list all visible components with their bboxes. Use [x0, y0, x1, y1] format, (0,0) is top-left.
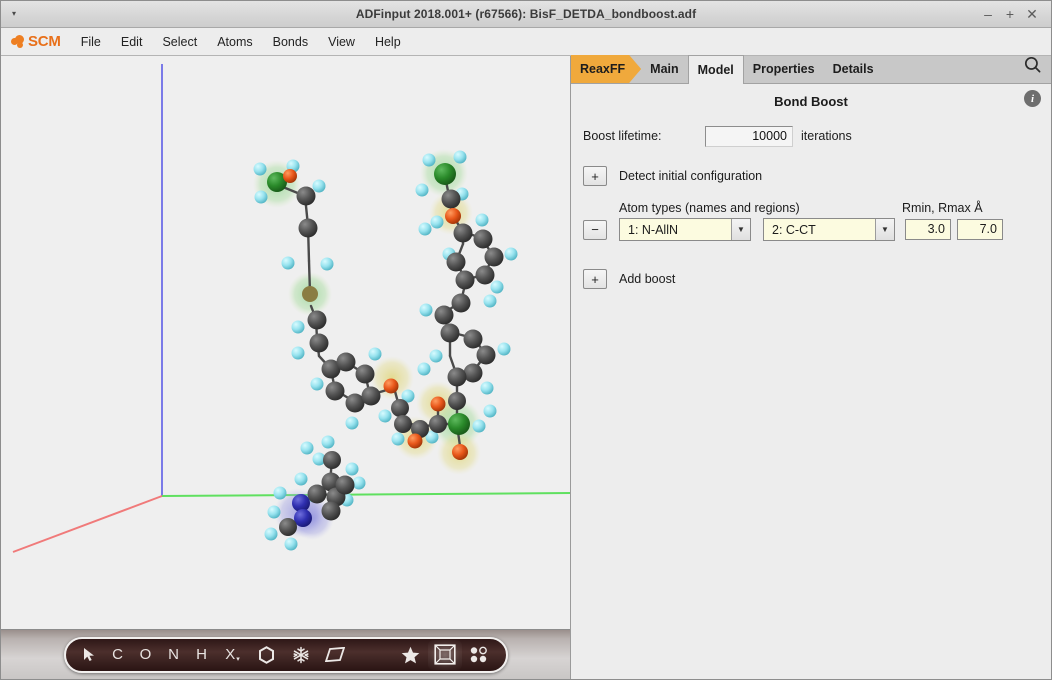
x-axis — [12, 495, 163, 553]
nitrogen-tool[interactable]: N — [160, 640, 188, 670]
other-element-label: X — [225, 646, 236, 663]
menu-file[interactable]: File — [72, 31, 110, 53]
menu-atoms[interactable]: Atoms — [208, 31, 261, 53]
detect-initial-configuration-row: + Detect initial configuration — [571, 166, 1051, 186]
toolbar-pill: C O N H X ▾ — [63, 636, 508, 673]
benzene-ring-icon[interactable] — [250, 640, 284, 670]
window-menu-arrow-glyph: ▾ — [11, 9, 16, 18]
fragment-snowflake-icon[interactable] — [284, 640, 318, 670]
remove-boost-button[interactable]: − — [583, 219, 607, 240]
scm-logo: SCM — [7, 28, 71, 55]
tab-model[interactable]: Model — [687, 55, 744, 84]
tab-bar: ReaxFF Main Model Properties Details — [571, 55, 1051, 84]
boost-lifetime-unit: iterations — [801, 129, 852, 143]
detect-initial-configuration-label: Detect initial configuration — [619, 169, 763, 183]
atom-type-2-dropdown[interactable]: 2: C-CT ▼ — [763, 218, 895, 241]
y-axis — [161, 492, 570, 497]
info-icon[interactable]: i — [1024, 90, 1041, 107]
atom-type-1-value: 1: N-AllN — [628, 222, 679, 237]
menu-edit[interactable]: Edit — [112, 31, 152, 53]
other-element-tool[interactable]: X ▾ — [216, 640, 250, 670]
maximize-button[interactable]: + — [999, 3, 1021, 25]
menu-select[interactable]: Select — [153, 31, 206, 53]
molecule-scene — [12, 64, 570, 553]
main-body: C O N H X ▾ ReaxFF Main Model Properties… — [1, 55, 1051, 679]
detect-initial-configuration-add-button[interactable]: + — [583, 166, 607, 186]
viewport-container: C O N H X ▾ — [1, 56, 571, 679]
minimize-button[interactable]: – — [977, 3, 999, 25]
boost-table-header: Atom types (names and regions) Rmin, Rma… — [583, 201, 1051, 215]
title-bar: ▾ ADFinput 2018.001+ (r67566): BisF_DETD… — [1, 1, 1051, 28]
hydrogen-tool[interactable]: H — [188, 640, 216, 670]
chevron-down-icon: ▼ — [875, 219, 894, 240]
menu-bonds[interactable]: Bonds — [264, 31, 317, 53]
unit-cell-icon[interactable] — [427, 639, 462, 670]
plane-parallelogram-icon[interactable] — [318, 640, 352, 670]
tab-details[interactable]: Details — [824, 55, 883, 83]
scm-logo-text: SCM — [28, 33, 61, 50]
add-boost-label: Add boost — [619, 272, 676, 286]
settings-panel: ReaxFF Main Model Properties Details Bon… — [571, 55, 1051, 679]
boost-lifetime-label: Boost lifetime: — [583, 129, 662, 143]
menu-bar: SCM File Edit Select Atoms Bonds View He… — [1, 28, 1051, 56]
chevron-down-icon: ▾ — [236, 655, 240, 663]
boost-table: Atom types (names and regions) Rmin, Rma… — [571, 201, 1051, 241]
rmin-rmax-column-header: Rmin, Rmax Å — [902, 201, 983, 215]
table-row: − 1: N-AllN ▼ 2: C-CT ▼ 3.0 7.0 — [583, 218, 1051, 241]
tab-reaxff[interactable]: ReaxFF — [571, 55, 641, 83]
atom-type-2-value: 2: C-CT — [772, 222, 816, 237]
select-arrow-icon[interactable] — [76, 640, 104, 670]
add-boost-row: + Add boost — [571, 269, 1051, 289]
boost-lifetime-input[interactable]: 10000 — [705, 125, 793, 147]
page-title: Bond Boost — [774, 93, 848, 109]
rmax-input[interactable]: 7.0 — [957, 219, 1003, 240]
menu-view[interactable]: View — [319, 31, 364, 53]
atom-type-1-dropdown[interactable]: 1: N-AllN ▼ — [619, 218, 751, 241]
search-icon[interactable] — [1024, 56, 1041, 78]
molecule-viewport[interactable] — [1, 56, 570, 629]
adfinput-window: ▾ ADFinput 2018.001+ (r67566): BisF_DETD… — [0, 0, 1052, 680]
window-menu-icon[interactable]: ▾ — [1, 1, 27, 27]
axes-gizmo — [12, 64, 570, 553]
boost-lifetime-row: Boost lifetime: 10000 iterations — [571, 123, 1051, 149]
add-boost-button[interactable]: + — [583, 269, 607, 289]
menu-help[interactable]: Help — [366, 31, 410, 53]
grid-points-icon[interactable] — [462, 640, 496, 670]
panel-header: Bond Boost i — [571, 84, 1051, 118]
chevron-down-icon: ▼ — [731, 219, 750, 240]
carbon-tool[interactable]: C — [104, 640, 132, 670]
tab-properties[interactable]: Properties — [744, 55, 824, 83]
scm-blobs-icon — [11, 34, 27, 50]
oxygen-tool[interactable]: O — [132, 640, 160, 670]
molecule-toolbar: C O N H X ▾ — [1, 629, 570, 679]
panel-body: Bond Boost i Boost lifetime: 10000 itera… — [571, 84, 1051, 679]
rmin-input[interactable]: 3.0 — [905, 219, 951, 240]
atom-types-column-header: Atom types (names and regions) — [619, 201, 800, 215]
window-title: ADFinput 2018.001+ (r67566): BisF_DETDA_… — [355, 7, 697, 21]
favorites-star-icon[interactable] — [394, 640, 428, 670]
tab-main[interactable]: Main — [641, 55, 687, 83]
close-button[interactable]: ✕ — [1021, 3, 1043, 25]
window-controls: – + ✕ — [977, 3, 1051, 25]
